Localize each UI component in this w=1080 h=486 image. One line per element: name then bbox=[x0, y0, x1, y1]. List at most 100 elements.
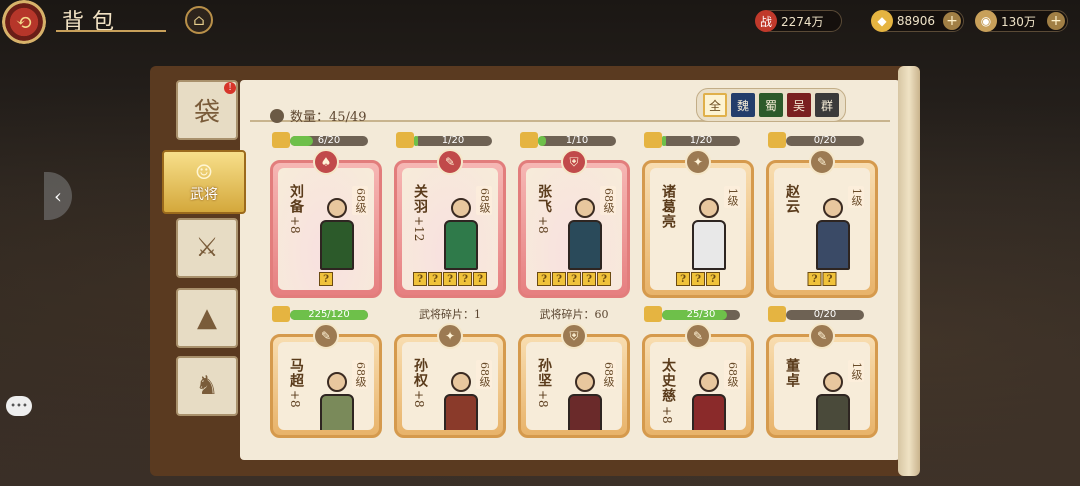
hero-card-inner: 张飞 68级 +8????? bbox=[526, 168, 622, 290]
fragment-icon bbox=[520, 132, 538, 148]
hero-class-icon: ✎ bbox=[809, 323, 835, 349]
hero-head bbox=[327, 372, 347, 392]
hero-stars: ????? bbox=[413, 272, 487, 286]
star-icon: ? bbox=[319, 272, 333, 286]
hero-name: 孙权 bbox=[412, 358, 428, 388]
faction-filter-item[interactable]: 魏 bbox=[731, 93, 755, 117]
progress-text: 6/20 bbox=[317, 135, 341, 146]
fragment-icon bbox=[272, 132, 290, 148]
hero-star-plus: +8 bbox=[660, 406, 674, 424]
fragment-icon bbox=[644, 306, 662, 322]
tab-heroes[interactable]: ☺ 武将 bbox=[162, 150, 246, 214]
battle-power-icon: 战 bbox=[755, 10, 777, 32]
hero-body bbox=[444, 394, 478, 430]
hero-level: 1级 bbox=[724, 186, 740, 208]
title-underline bbox=[56, 30, 166, 32]
faction-filter-item[interactable]: 全 bbox=[703, 93, 727, 117]
hero-level: 1级 bbox=[848, 186, 864, 208]
fragment-icon bbox=[768, 306, 786, 322]
hero-card-inner: 赵云 1级?? bbox=[774, 168, 870, 290]
star-icon: ? bbox=[552, 272, 566, 286]
progress-text: 25/30 bbox=[686, 309, 716, 320]
hero-class-icon: ✎ bbox=[809, 149, 835, 175]
hero-fragment-count: 武将碎片：1 bbox=[419, 308, 481, 321]
fragment-progress-bar: 6/20 bbox=[272, 132, 368, 148]
hero-card[interactable]: 孙权 68级 +8 ✦ bbox=[394, 323, 506, 438]
hero-star-plus: +8 bbox=[536, 390, 550, 408]
chat-button[interactable]: ••• bbox=[6, 396, 32, 416]
hero-count-label: 数量：45/49 bbox=[290, 110, 367, 125]
star-icon: ? bbox=[691, 272, 705, 286]
hero-card[interactable]: 太史慈 68级 +8 ✎ bbox=[642, 323, 754, 438]
hero-card[interactable]: 诸葛亮 1级??? ✦ bbox=[642, 149, 754, 298]
notification-dot: ! bbox=[224, 82, 236, 94]
fragment-progress-bar: 1/20 bbox=[396, 132, 492, 148]
faction-filter: 全魏蜀吴群 bbox=[696, 88, 846, 122]
hero-star-plus: +12 bbox=[412, 216, 426, 242]
faction-filter-item[interactable]: 吴 bbox=[787, 93, 811, 117]
hero-card-inner: 关羽 68级 +12????? bbox=[402, 168, 498, 290]
back-button[interactable]: ⟲ bbox=[2, 0, 46, 44]
hero-star-plus: +8 bbox=[288, 390, 302, 408]
hero-body bbox=[816, 394, 850, 430]
faction-filter-item[interactable]: 蜀 bbox=[759, 93, 783, 117]
hero-count: 数量：45/49 bbox=[270, 106, 366, 125]
hero-level: 68级 bbox=[600, 186, 616, 215]
hero-level: 1级 bbox=[848, 360, 864, 382]
resource-value: 2274万 bbox=[781, 14, 824, 29]
star-icon: ? bbox=[473, 272, 487, 286]
hero-body bbox=[692, 220, 726, 270]
hero-body bbox=[816, 220, 850, 270]
tab-armor[interactable]: ▲ bbox=[176, 288, 238, 348]
hero-stars: ?? bbox=[807, 272, 837, 286]
hero-card[interactable]: 马超 68级 +8 ✎ bbox=[270, 323, 382, 438]
tab-heroes-icon: ☺ bbox=[195, 160, 213, 184]
hero-class-icon: ✎ bbox=[437, 149, 463, 175]
tab-label: 武将 bbox=[190, 187, 218, 203]
fragment-icon bbox=[272, 306, 290, 322]
add-resource-button[interactable]: + bbox=[1047, 12, 1065, 30]
star-icon: ? bbox=[413, 272, 427, 286]
progress-text: 0/20 bbox=[813, 309, 837, 320]
hero-name: 张飞 bbox=[536, 184, 552, 214]
star-icon: ? bbox=[807, 272, 822, 286]
resource-value: 88906 bbox=[896, 14, 936, 28]
tab-weapons-icon: ⚔ bbox=[195, 233, 219, 263]
scroll-rod bbox=[898, 66, 920, 476]
tab-weapons[interactable]: ⚔ bbox=[176, 218, 238, 278]
hero-portrait bbox=[684, 198, 734, 278]
home-icon: ⌂ bbox=[193, 11, 205, 29]
fragment-icon bbox=[396, 132, 414, 148]
hero-card[interactable]: 刘备 68级 +8? ♠ bbox=[270, 149, 382, 298]
progress-text: 1/20 bbox=[441, 135, 465, 146]
hero-card[interactable]: 关羽 68级 +12????? ✎ bbox=[394, 149, 506, 298]
fragment-progress-bar: 1/20 bbox=[644, 132, 740, 148]
hero-card[interactable]: 赵云 1级?? ✎ bbox=[766, 149, 878, 298]
add-resource-button[interactable]: + bbox=[943, 12, 961, 30]
tab-mounts[interactable]: ♞ bbox=[176, 356, 238, 416]
hero-card[interactable]: 张飞 68级 +8????? ⛨ bbox=[518, 149, 630, 298]
hero-head bbox=[699, 198, 719, 218]
hero-head bbox=[451, 198, 471, 218]
faction-filter-item[interactable]: 群 bbox=[815, 93, 839, 117]
home-button[interactable]: ⌂ bbox=[185, 6, 213, 34]
top-bar: ⟲ 背包 ⌂ 战 2274万 ◆ 88906 + ◉ 130万 + bbox=[0, 0, 1080, 44]
hero-body bbox=[444, 220, 478, 270]
progress-text: 225/120 bbox=[308, 309, 350, 320]
hero-card[interactable]: 董卓 1级 ✎ bbox=[766, 323, 878, 438]
hero-star-plus: +8 bbox=[288, 216, 302, 234]
resource-1: ◆ 88906 + bbox=[871, 10, 964, 32]
progress-text: 1/10 bbox=[565, 135, 589, 146]
fragment-icon bbox=[644, 132, 662, 148]
hero-stars: ????? bbox=[537, 272, 611, 286]
back-icon: ⟲ bbox=[15, 10, 33, 34]
hero-head bbox=[451, 372, 471, 392]
hero-card-inner: 诸葛亮 1级??? bbox=[650, 168, 746, 290]
hero-class-icon: ⛨ bbox=[561, 323, 587, 349]
star-icon: ? bbox=[706, 272, 720, 286]
hero-card-inner: 孙权 68级 +8 bbox=[402, 342, 498, 430]
hero-card[interactable]: 孙坚 68级 +8 ⛨ bbox=[518, 323, 630, 438]
hero-level: 68级 bbox=[600, 360, 616, 389]
hero-body bbox=[320, 394, 354, 430]
hero-class-icon: ✦ bbox=[437, 323, 463, 349]
